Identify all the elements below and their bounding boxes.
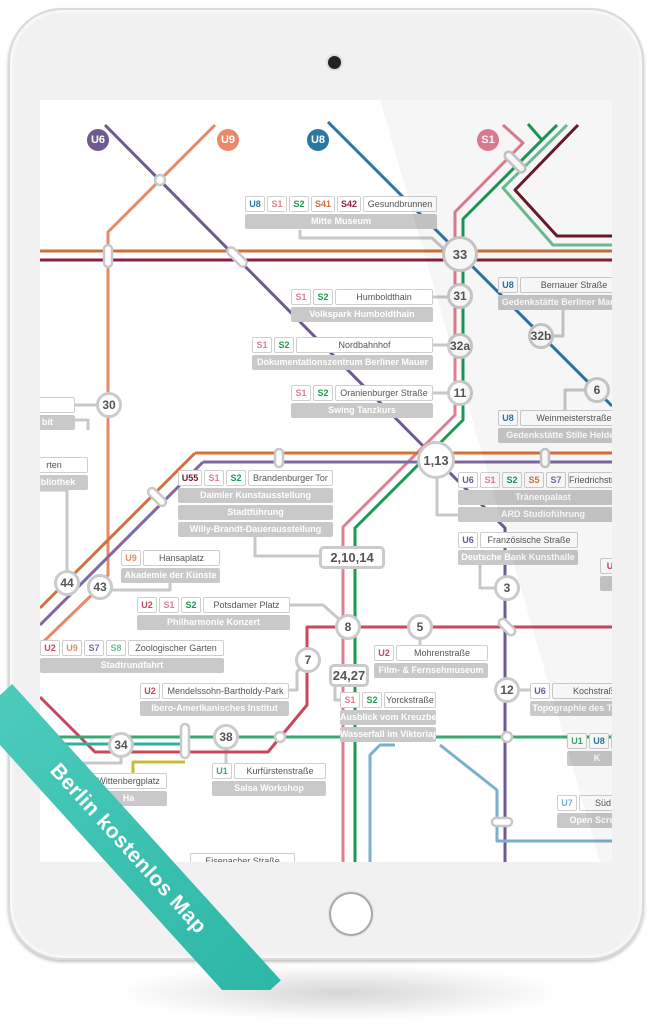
berlin-map-ribbon: Berlin kostenlos Map xyxy=(0,684,281,990)
camera-icon xyxy=(328,56,341,69)
home-button[interactable] xyxy=(329,892,373,936)
ribbon-container: Berlin kostenlos Map xyxy=(0,600,330,990)
